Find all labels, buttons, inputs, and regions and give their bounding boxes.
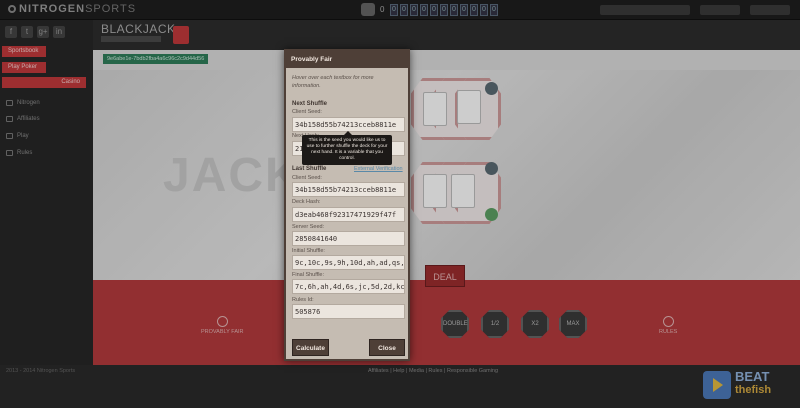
- last-client-seed-label: Client Seed:: [292, 175, 322, 181]
- next-client-seed-input[interactable]: 34b158d55b74213cceb8811e: [292, 117, 405, 132]
- last-client-seed-input[interactable]: 34b158d55b74213cceb8811e: [292, 182, 405, 197]
- next-client-seed-label: Client Seed:: [292, 109, 322, 115]
- server-seed-label: Server Seed:: [292, 224, 325, 230]
- initial-shuffle-label: Initial Shuffle:: [292, 248, 325, 254]
- rules-id-input[interactable]: 505876: [292, 304, 405, 319]
- last-shuffle-title: Last Shuffle: [292, 166, 327, 172]
- close-button[interactable]: Close: [369, 339, 405, 356]
- deck-hash-label: Deck Hash:: [292, 199, 321, 205]
- dialog-title: Provably Fair: [286, 51, 408, 68]
- client-seed-tooltip: This is the seed you would like us to us…: [302, 131, 392, 165]
- deck-hash-input[interactable]: d3eab468f92317471929f47f: [292, 207, 405, 222]
- dialog-hint: Hover over each textbox for more informa…: [292, 75, 374, 89]
- server-seed-input[interactable]: 2850841640: [292, 231, 405, 246]
- initial-shuffle-input[interactable]: 9c,10c,9s,9h,10d,ah,ad,qs,10: [292, 255, 405, 270]
- next-shuffle-title: Next Shuffle: [292, 101, 328, 107]
- final-shuffle-input[interactable]: 7c,6h,ah,4d,6s,jc,5d,2d,kc,qc: [292, 279, 405, 294]
- provably-fair-dialog: Provably Fair Hover over each textbox fo…: [284, 49, 410, 361]
- calculate-button[interactable]: Calculate: [292, 339, 329, 356]
- external-verification-link[interactable]: External Verification: [354, 166, 403, 172]
- rules-id-label: Rules Id:: [292, 297, 314, 303]
- final-shuffle-label: Final Shuffle:: [292, 272, 325, 278]
